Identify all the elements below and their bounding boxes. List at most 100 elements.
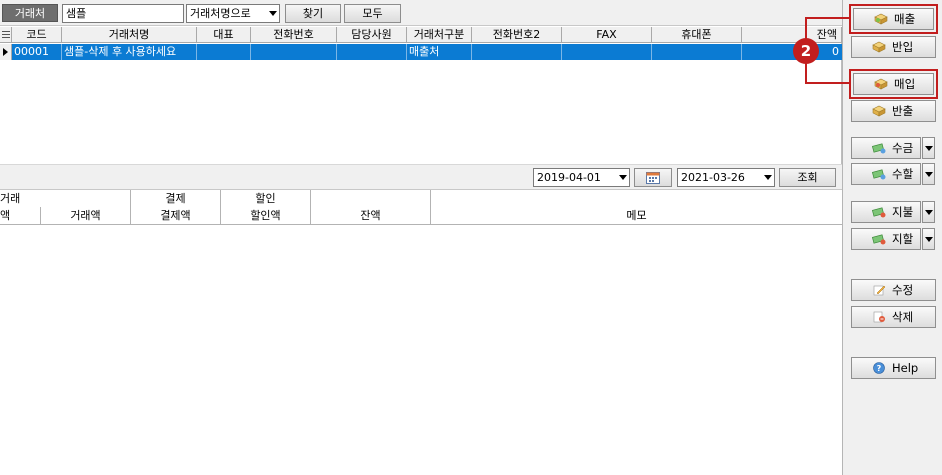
receipt-discount-dropdown[interactable] bbox=[922, 163, 935, 185]
delete-icon bbox=[873, 311, 885, 323]
cell-rep bbox=[197, 44, 251, 60]
chevron-down-icon bbox=[619, 175, 627, 180]
return-out-button-label: 반출 bbox=[892, 104, 914, 118]
cell-balance: 0 bbox=[832, 45, 839, 58]
return-in-button-label: 반입 bbox=[892, 40, 914, 54]
column-header[interactable]: 대표 bbox=[197, 27, 251, 43]
date-to-picker[interactable]: 2021-03-26 bbox=[677, 168, 775, 187]
column-header[interactable]: 거래처명 bbox=[62, 27, 197, 43]
sale-button[interactable]: 매출 bbox=[853, 8, 934, 30]
column-header[interactable]: 담당사원 bbox=[337, 27, 407, 43]
money-icon bbox=[872, 234, 886, 245]
receipt-discount-button[interactable]: 수할 bbox=[851, 163, 921, 185]
cell-code: 00001 bbox=[12, 44, 62, 60]
pencil-icon bbox=[873, 285, 886, 296]
box-icon bbox=[872, 41, 886, 53]
receipt-button[interactable]: 수금 bbox=[851, 137, 921, 159]
payment-discount-button-label: 지할 bbox=[892, 232, 914, 246]
group-header-blank bbox=[431, 190, 842, 208]
cell-type: 매출처 bbox=[407, 44, 472, 60]
calendar-icon bbox=[646, 172, 660, 184]
cell-name: 샘플-삭제 후 사용하세요 bbox=[62, 44, 197, 60]
help-button-label: Help bbox=[892, 361, 919, 375]
cell-fax bbox=[562, 44, 652, 60]
date-from-picker[interactable]: 2019-04-01 bbox=[533, 168, 630, 187]
column-header[interactable]: FAX bbox=[562, 27, 652, 43]
chevron-down-icon bbox=[764, 175, 772, 180]
grid-row-header-corner bbox=[0, 27, 12, 43]
purchase-button-label: 매입 bbox=[894, 77, 916, 91]
chevron-down-icon bbox=[269, 11, 277, 16]
period-toolbar: 2019-04-01 2021-03-26 조회 bbox=[0, 164, 842, 190]
box-icon bbox=[872, 105, 886, 117]
chevron-down-icon bbox=[925, 237, 933, 242]
edit-button-label: 수정 bbox=[892, 283, 914, 297]
column-header[interactable]: 메모 bbox=[431, 207, 842, 225]
column-header[interactable]: 거래처구분 bbox=[407, 27, 472, 43]
money-icon bbox=[872, 207, 886, 218]
svg-text:?: ? bbox=[877, 364, 882, 373]
column-header[interactable]: 전화번호2 bbox=[472, 27, 562, 43]
column-header[interactable]: 휴대폰 bbox=[652, 27, 742, 43]
chevron-down-icon bbox=[925, 146, 933, 151]
help-button[interactable]: ? Help bbox=[851, 357, 936, 379]
find-button[interactable]: 찾기 bbox=[285, 4, 341, 23]
group-header-discount: 할인 bbox=[221, 190, 311, 208]
action-panel: 매출 반입 매입 반출 2 수금 수할 지불 지할 수정 삭제 ? Help bbox=[793, 0, 942, 475]
callout-number-badge: 2 bbox=[793, 38, 819, 64]
edit-button[interactable]: 수정 bbox=[851, 279, 936, 301]
date-from-value: 2019-04-01 bbox=[537, 171, 601, 184]
column-header[interactable]: 거래액 bbox=[41, 207, 131, 225]
current-row-arrow-icon bbox=[3, 48, 8, 56]
cell-staff bbox=[337, 44, 407, 60]
callout-line bbox=[805, 17, 849, 19]
chevron-down-icon bbox=[925, 210, 933, 215]
search-toolbar: 거래처 샘플 거래처명으로 찾기 모두 bbox=[0, 0, 842, 26]
transaction-grid: 거래 결제 할인 액 거래액 결제액 할인액 잔액 메모 bbox=[0, 190, 842, 475]
column-header[interactable]: 결제액 bbox=[131, 207, 221, 225]
payment-discount-dropdown[interactable] bbox=[922, 228, 935, 250]
calendar-button[interactable] bbox=[634, 168, 672, 187]
search-input[interactable]: 샘플 bbox=[62, 4, 184, 23]
group-header-deal: 거래 bbox=[0, 190, 131, 208]
return-out-button[interactable]: 반출 bbox=[851, 100, 936, 122]
purchase-button[interactable]: 매입 bbox=[853, 73, 934, 95]
payment-button[interactable]: 지불 bbox=[851, 201, 921, 223]
row-indicator bbox=[0, 44, 12, 60]
sale-button-label: 매출 bbox=[894, 12, 916, 26]
cell-phone bbox=[251, 44, 337, 60]
column-header[interactable]: 액 bbox=[0, 207, 41, 225]
money-icon bbox=[872, 169, 886, 180]
group-header-blank bbox=[311, 190, 431, 208]
column-chooser-icon bbox=[1, 31, 10, 38]
payment-button-label: 지불 bbox=[892, 205, 914, 219]
query-button[interactable]: 조회 bbox=[779, 168, 836, 187]
chevron-down-icon bbox=[925, 172, 933, 177]
customer-label: 거래처 bbox=[2, 4, 58, 22]
search-field-select-value: 거래처명으로 bbox=[190, 7, 251, 20]
group-header-payment: 결제 bbox=[131, 190, 221, 208]
help-icon: ? bbox=[873, 362, 885, 374]
column-header[interactable]: 잔액 bbox=[311, 207, 431, 225]
column-header[interactable]: 할인액 bbox=[221, 207, 311, 225]
show-all-button[interactable]: 모두 bbox=[344, 4, 401, 23]
date-to-value: 2021-03-26 bbox=[681, 171, 745, 184]
delete-button-label: 삭제 bbox=[892, 310, 914, 324]
table-row[interactable]: 00001 샘플-삭제 후 사용하세요 매출처 0 bbox=[0, 44, 842, 60]
callout-line bbox=[805, 82, 849, 84]
receipt-dropdown[interactable] bbox=[922, 137, 935, 159]
column-header[interactable]: 코드 bbox=[12, 27, 62, 43]
box-icon bbox=[874, 13, 888, 25]
cell-mobile bbox=[652, 44, 742, 60]
payment-discount-button[interactable]: 지할 bbox=[851, 228, 921, 250]
search-field-select[interactable]: 거래처명으로 bbox=[186, 4, 280, 23]
delete-button[interactable]: 삭제 bbox=[851, 306, 936, 328]
payment-dropdown[interactable] bbox=[922, 201, 935, 223]
money-icon bbox=[872, 143, 886, 154]
column-header[interactable]: 잔액 bbox=[742, 27, 842, 43]
cell-phone2 bbox=[472, 44, 562, 60]
column-header[interactable]: 전화번호 bbox=[251, 27, 337, 43]
receipt-button-label: 수금 bbox=[892, 141, 914, 155]
return-in-button[interactable]: 반입 bbox=[851, 36, 936, 58]
box-icon bbox=[874, 78, 888, 90]
